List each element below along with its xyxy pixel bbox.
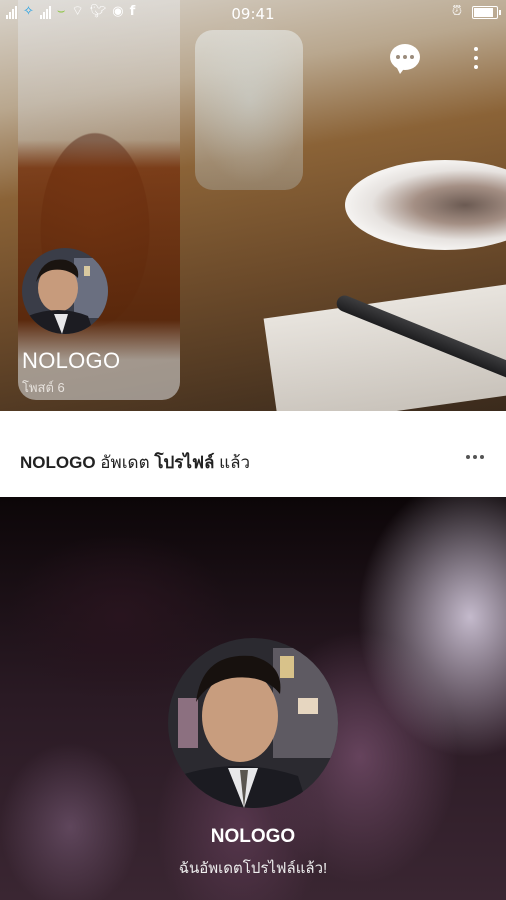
- update-target[interactable]: โปรไฟล์: [154, 453, 214, 472]
- post-user-name[interactable]: NOLOGO: [0, 826, 506, 848]
- cover-glass: [18, 0, 180, 400]
- cover-plate: [345, 160, 506, 250]
- update-suffix: แล้ว: [219, 453, 251, 472]
- post-menu-icon[interactable]: [466, 455, 484, 459]
- update-text: NOLOGO อัพเดต โปรไฟล์ แล้ว: [20, 449, 250, 476]
- status-time: 09:41: [231, 5, 275, 23]
- battery-icon: [472, 5, 501, 19]
- avatar[interactable]: [22, 248, 108, 334]
- post-avatar[interactable]: [168, 638, 338, 808]
- post-message: ฉันอัพเดตโปรไฟล์แล้ว!: [178, 860, 328, 877]
- posts-count[interactable]: โพสต์ 6: [22, 377, 65, 398]
- update-action: อัพเดต: [100, 453, 150, 472]
- feed-update-header: NOLOGO อัพเดต โปรไฟล์ แล้ว: [0, 411, 506, 497]
- status-bar: ✧ ⌣ ⌔ 🐦︎ ◉ f 09:41 ⏰︎: [0, 0, 506, 26]
- more-options-button[interactable]: [466, 44, 486, 72]
- update-user-name[interactable]: NOLOGO: [20, 453, 96, 472]
- profile-name: NOLOGO: [22, 348, 121, 373]
- cover-jar: [195, 30, 303, 190]
- chat-button[interactable]: [390, 44, 420, 74]
- alarm-icon: ⏰︎: [451, 4, 462, 19]
